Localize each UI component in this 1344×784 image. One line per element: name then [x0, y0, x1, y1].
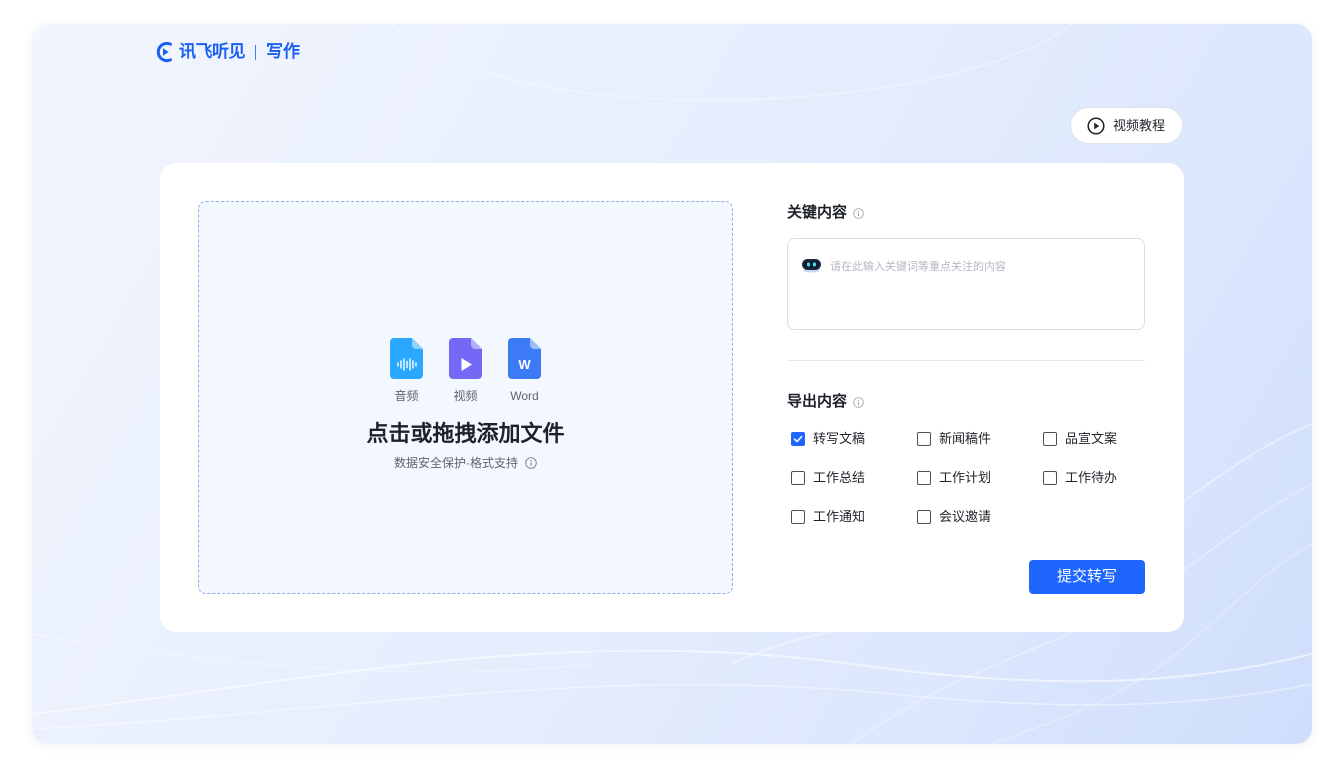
dropzone-hint-text: 数据安全保护·格式支持	[394, 456, 518, 470]
option-label: 新闻稿件	[939, 431, 992, 446]
app-logo[interactable]: 讯飞听见 写作	[155, 40, 300, 64]
export-content-heading: 导出内容	[787, 392, 864, 412]
export-content-label: 导出内容	[787, 393, 848, 410]
key-content-heading: 关键内容	[787, 203, 864, 223]
checkbox[interactable]	[917, 432, 931, 446]
export-option-todo[interactable]: 工作待办	[1043, 468, 1169, 488]
option-label: 工作待办	[1065, 470, 1118, 485]
file-type-video: 视频	[443, 338, 489, 404]
ear-play-logo-icon	[156, 41, 172, 63]
info-icon[interactable]	[853, 396, 864, 408]
option-label: 会议邀请	[939, 509, 992, 524]
export-option-promo[interactable]: 品宣文案	[1043, 429, 1169, 449]
file-type-label: 音频	[394, 389, 419, 403]
info-icon[interactable]	[525, 457, 537, 469]
option-label: 品宣文案	[1065, 431, 1118, 446]
info-icon[interactable]	[853, 207, 864, 219]
checkbox[interactable]	[791, 471, 805, 485]
word-file-icon: W	[508, 338, 541, 379]
main-card: 音频 视频 W Word 点击或拖拽添加文件 数据安全保护·格式支持 关键内容 …	[160, 163, 1184, 632]
option-label: 工作计划	[939, 470, 992, 485]
file-type-word: W Word	[502, 338, 548, 404]
export-options: 转写文稿 新闻稿件 品宣文案 工作总结 工作计划 工作待办 工作通知 会议邀请	[791, 429, 1169, 527]
file-type-audio: 音频	[384, 338, 430, 404]
play-circle-icon	[1087, 116, 1105, 135]
export-option-invitation[interactable]: 会议邀请	[917, 507, 1043, 527]
app-frame: 讯飞听见 写作 视频教程 音频 视频 W Word 点击或拖拽添加文件 数据安全…	[32, 24, 1312, 744]
video-tutorial-label: 视频教程	[1113, 117, 1166, 133]
audio-file-icon	[390, 338, 423, 379]
export-option-transcript[interactable]: 转写文稿	[791, 429, 917, 449]
supported-file-types: 音频 视频 W Word	[199, 338, 732, 404]
export-option-plan[interactable]: 工作计划	[917, 468, 1043, 488]
section-divider	[787, 360, 1145, 361]
robot-icon	[801, 257, 822, 273]
checkbox[interactable]	[791, 510, 805, 524]
option-label: 工作通知	[813, 509, 866, 524]
key-content-input[interactable]	[787, 238, 1145, 330]
option-label: 转写文稿	[813, 431, 866, 446]
file-type-label: 视频	[453, 389, 478, 403]
key-content-label: 关键内容	[787, 204, 848, 221]
word-glyph: W	[518, 357, 531, 372]
dropzone-hint: 数据安全保护·格式支持	[199, 455, 732, 471]
brand-name: 讯飞听见	[179, 42, 246, 61]
key-content-box	[787, 238, 1145, 330]
option-label: 工作总结	[813, 470, 866, 485]
video-tutorial-button[interactable]: 视频教程	[1070, 107, 1183, 144]
dropzone-title: 点击或拖拽添加文件	[366, 421, 565, 446]
checkbox[interactable]	[917, 471, 931, 485]
checkbox[interactable]	[1043, 471, 1057, 485]
export-option-notice[interactable]: 工作通知	[791, 507, 917, 527]
video-file-icon	[449, 338, 482, 379]
checkbox[interactable]	[917, 510, 931, 524]
checkbox[interactable]	[791, 432, 805, 446]
file-dropzone[interactable]: 音频 视频 W Word 点击或拖拽添加文件 数据安全保护·格式支持	[198, 201, 733, 594]
checkbox[interactable]	[1043, 432, 1057, 446]
submit-transcription-button[interactable]: 提交转写	[1029, 560, 1145, 594]
file-type-label: Word	[510, 389, 539, 403]
logo-divider	[255, 44, 256, 60]
export-option-news[interactable]: 新闻稿件	[917, 429, 1043, 449]
product-name: 写作	[266, 42, 300, 61]
check-icon	[793, 435, 803, 443]
export-option-summary[interactable]: 工作总结	[791, 468, 917, 488]
